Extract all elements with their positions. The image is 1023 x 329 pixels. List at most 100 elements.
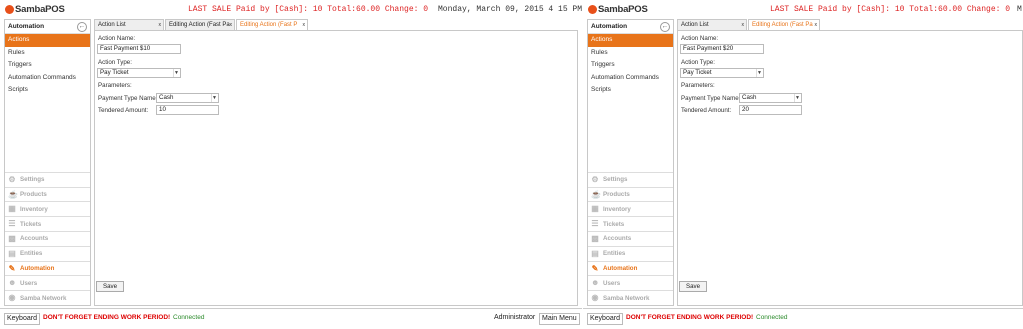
nav-tickets[interactable]: ☰ Tickets — [5, 216, 90, 231]
sidebar-item-rules[interactable]: Rules — [588, 47, 673, 60]
sidebar-item-actions[interactable]: Actions — [588, 34, 673, 47]
chevron-down-icon: ▼ — [756, 69, 762, 77]
nav-automation[interactable]: ✎ Automation — [5, 260, 90, 276]
entities-icon: ▤ — [591, 248, 599, 258]
main-nav: ⚙ Settings ☕ Products ▦ Inventory ☰ Tickets … — [5, 171, 90, 305]
entities-icon: ▤ — [8, 248, 16, 258]
payment-type-label: Payment Type Name: — [681, 95, 741, 102]
sidebar-item-rules[interactable]: Rules — [5, 47, 90, 60]
action-type-select[interactable]: Pay Ticket ▼ — [97, 68, 181, 78]
sidebar-item-scripts[interactable]: Scripts — [5, 84, 90, 97]
action-name-label: Action Name: — [98, 35, 136, 42]
sidebar-item-automation-commands[interactable]: Automation Commands — [588, 72, 673, 85]
tab-action-list[interactable]: Action List x — [94, 19, 164, 30]
sidebar-item-automation-commands[interactable]: Automation Commands — [5, 72, 90, 85]
sidebar-title: Automation — [8, 23, 45, 30]
document-tabs: Action List x Editing Action (Fast Pa x — [677, 19, 821, 30]
sidebar-item-triggers[interactable]: Triggers — [5, 59, 90, 72]
inventory-icon: ▦ — [591, 204, 599, 214]
nav-accounts[interactable]: ▩ Accounts — [5, 231, 90, 246]
tab-editing-action-2[interactable]: Editing Action (Fast Px — [236, 19, 308, 30]
last-sale-info: LAST SALE Paid by [Cash]: 10 Total:60.00… — [770, 5, 1011, 14]
nav-samba-network[interactable]: ◉ Samba Network — [5, 290, 90, 305]
action-name-input[interactable]: Fast Payment $10 — [97, 44, 181, 54]
nav-settings[interactable]: ⚙ Settings — [588, 171, 673, 187]
nav-inventory[interactable]: ▦ Inventory — [588, 201, 673, 216]
pencil-icon: ✎ — [8, 263, 16, 273]
close-icon[interactable]: x — [303, 20, 306, 30]
sambapos-logo: SambaPOS — [588, 4, 648, 15]
nav-products[interactable]: ☕ Products — [5, 186, 90, 202]
nav-users[interactable]: ☻ Users — [588, 275, 673, 290]
save-button[interactable]: Save — [96, 281, 124, 292]
parameters-label: Parameters: — [681, 82, 715, 89]
nav-entities[interactable]: ▤ Entities — [5, 245, 90, 261]
nav-entities[interactable]: ▤ Entities — [588, 245, 673, 261]
sidebar-title: Automation — [591, 23, 628, 30]
chevron-down-icon: ▼ — [794, 94, 800, 102]
nav-inventory[interactable]: ▦ Inventory — [5, 201, 90, 216]
status-bar: Keyboard DON'T FORGET ENDING WORK PERIOD… — [0, 308, 582, 329]
nav-users[interactable]: ☻ Users — [5, 275, 90, 290]
close-icon[interactable]: x — [742, 20, 745, 30]
keyboard-button[interactable]: Keyboard — [587, 313, 623, 325]
accounts-icon: ▩ — [8, 233, 16, 243]
action-type-label: Action Type: — [681, 59, 715, 66]
nav-accounts[interactable]: ▩ Accounts — [588, 231, 673, 246]
back-arrow-icon[interactable]: ← — [660, 21, 670, 32]
tab-action-list[interactable]: Action List x — [677, 19, 747, 30]
action-name-label: Action Name: — [681, 35, 719, 42]
nav-automation[interactable]: ✎ Automation — [588, 260, 673, 276]
tendered-amount-label: Tendered Amount: — [681, 107, 732, 114]
action-type-label: Action Type: — [98, 59, 132, 66]
close-icon[interactable]: x — [815, 20, 818, 30]
save-button[interactable]: Save — [679, 281, 707, 292]
tendered-amount-input[interactable]: 20 — [739, 105, 802, 115]
sidebar-item-scripts[interactable]: Scripts — [588, 84, 673, 97]
payment-type-label: Payment Type Name: — [98, 95, 158, 102]
products-icon: ☕ — [8, 189, 18, 199]
products-icon: ☕ — [591, 189, 601, 199]
globe-icon: ◉ — [8, 293, 16, 303]
logo-text: SambaPOS — [598, 4, 648, 15]
tickets-icon: ☰ — [8, 219, 16, 229]
accounts-icon: ▩ — [591, 233, 599, 243]
keyboard-button[interactable]: Keyboard — [4, 313, 40, 325]
sidebar-header: Automation ← — [5, 20, 90, 34]
tab-editing-action[interactable]: Editing Action (Fast Pa x — [748, 19, 820, 30]
tab-editing-action-1[interactable]: Editing Action (Fast Pa x — [165, 19, 235, 30]
date-time: M — [1017, 5, 1022, 14]
payment-type-select[interactable]: Cash ▼ — [739, 93, 802, 103]
nav-samba-network[interactable]: ◉ Samba Network — [588, 290, 673, 305]
action-type-select[interactable]: Pay Ticket ▼ — [680, 68, 764, 78]
work-period-warning: DON'T FORGET ENDING WORK PERIOD! — [43, 314, 171, 321]
nav-settings[interactable]: ⚙ Settings — [5, 171, 90, 187]
user-name: Administrator — [494, 314, 536, 321]
main-menu-button[interactable]: Main Menu — [539, 313, 580, 325]
tendered-amount-input[interactable]: 10 — [156, 105, 219, 115]
sidebar-item-triggers[interactable]: Triggers — [588, 59, 673, 72]
inventory-icon: ▦ — [8, 204, 16, 214]
close-icon[interactable]: x — [230, 20, 233, 30]
top-bar: SambaPOS LAST SALE Paid by [Cash]: 10 To… — [0, 0, 582, 17]
pos-window-right: SambaPOS LAST SALE Paid by [Cash]: 10 To… — [583, 0, 1023, 329]
users-icon: ☻ — [591, 278, 600, 288]
users-icon: ☻ — [8, 278, 17, 288]
gear-icon: ⚙ — [8, 174, 16, 184]
status-bar: Keyboard DON'T FORGET ENDING WORK PERIOD… — [583, 308, 1023, 329]
nav-tickets[interactable]: ☰ Tickets — [588, 216, 673, 231]
back-arrow-icon[interactable]: ← — [77, 21, 87, 32]
work-period-warning: DON'T FORGET ENDING WORK PERIOD! — [626, 314, 754, 321]
pencil-icon: ✎ — [591, 263, 599, 273]
action-name-input[interactable]: Fast Payment $20 — [680, 44, 764, 54]
pos-window-left: SambaPOS LAST SALE Paid by [Cash]: 10 To… — [0, 0, 582, 329]
sidebar-item-actions[interactable]: Actions — [5, 34, 90, 47]
close-icon[interactable]: x — [159, 20, 162, 30]
chevron-down-icon: ▼ — [173, 69, 179, 77]
globe-icon: ◉ — [591, 293, 599, 303]
nav-products[interactable]: ☕ Products — [588, 186, 673, 202]
payment-type-select[interactable]: Cash ▼ — [156, 93, 219, 103]
tendered-amount-label: Tendered Amount: — [98, 107, 149, 114]
top-bar: SambaPOS LAST SALE Paid by [Cash]: 10 To… — [583, 0, 1023, 17]
date-time: Monday, March 09, 2015 4 15 PM — [438, 5, 582, 14]
